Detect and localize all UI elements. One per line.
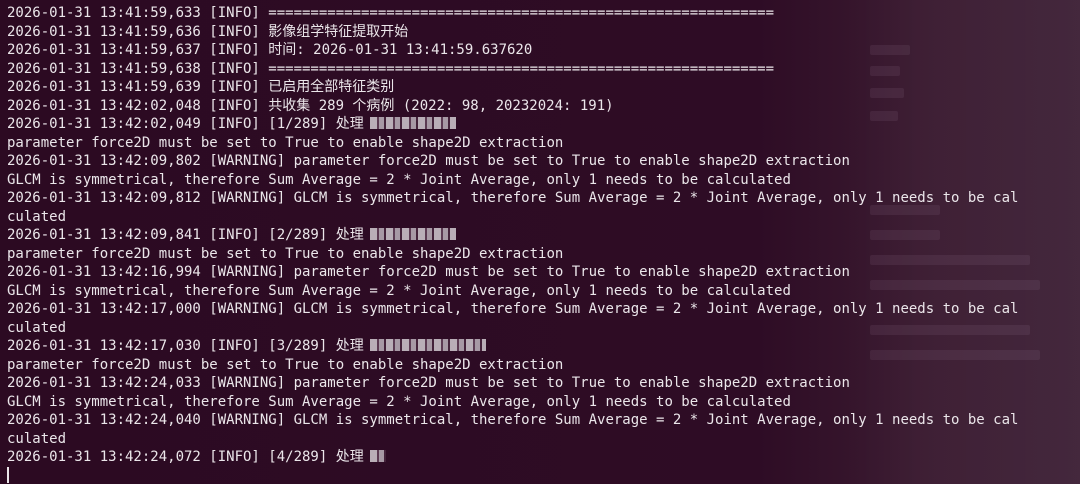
log-line: parameter force2D must be set to True to…: [7, 245, 564, 262]
log-line: 2026-01-31 13:42:24,040 [WARNING] GLCM i…: [7, 412, 1019, 428]
log-line: 2026-01-31 13:42:09,802 [WARNING] parame…: [7, 153, 850, 169]
log-line: culated: [7, 430, 67, 447]
text-cursor: [7, 466, 9, 483]
log-text: 2026-01-31 13:42:24,072 [INFO] [4/289] 处…: [7, 449, 364, 465]
log-line: 2026-01-31 13:41:59,638 [INFO] =========…: [7, 60, 775, 77]
redacted-case-id: [369, 339, 486, 351]
log-text: 2026-01-31 13:42:17,030 [INFO] [3/289] 处…: [7, 338, 364, 354]
log-text: 2026-01-31 13:42:09,841 [INFO] [2/289] 处…: [7, 227, 364, 243]
log-line: 2026-01-31 13:42:02,048 [INFO] 共收集 289 个…: [7, 97, 614, 114]
log-line-case: 2026-01-31 13:42:17,030 [INFO] [3/289] 处…: [7, 337, 1066, 356]
log-line: GLCM is symmetrical, therefore Sum Avera…: [7, 171, 791, 188]
log-line: 2026-01-31 13:41:59,639 [INFO] 已启用全部特征类别: [7, 79, 395, 95]
log-line: 2026-01-31 13:41:59,637 [INFO] 时间: 2026-…: [7, 42, 533, 58]
log-line: 2026-01-31 13:41:59,636 [INFO] 影像组学特征提取开…: [7, 23, 409, 40]
log-line: GLCM is symmetrical, therefore Sum Avera…: [7, 282, 791, 299]
log-line: culated: [7, 319, 67, 336]
log-line: parameter force2D must be set to True to…: [7, 134, 564, 151]
log-line: GLCM is symmetrical, therefore Sum Avera…: [7, 393, 791, 410]
log-line: 2026-01-31 13:41:59,633 [INFO] =========…: [7, 5, 775, 21]
terminal-output[interactable]: 2026-01-31 13:41:59,633 [INFO] =========…: [7, 4, 1066, 484]
log-line: 2026-01-31 13:42:17,000 [WARNING] GLCM i…: [7, 301, 1019, 317]
log-line-case: 2026-01-31 13:42:09,841 [INFO] [2/289] 处…: [7, 226, 1066, 245]
log-line: culated: [7, 208, 67, 225]
log-line: 2026-01-31 13:42:09,812 [WARNING] GLCM i…: [7, 190, 1019, 206]
terminal-window[interactable]: 2026-01-31 13:41:59,633 [INFO] =========…: [0, 0, 1080, 484]
log-line: parameter force2D must be set to True to…: [7, 356, 564, 373]
redacted-case-id: [369, 450, 386, 462]
redacted-case-id: [369, 117, 456, 129]
log-line-case: 2026-01-31 13:42:02,049 [INFO] [1/289] 处…: [7, 115, 1066, 134]
log-line: 2026-01-31 13:42:24,033 [WARNING] parame…: [7, 375, 850, 391]
redacted-case-id: [369, 228, 456, 240]
prompt-line[interactable]: [7, 466, 1066, 484]
log-text: 2026-01-31 13:42:02,049 [INFO] [1/289] 处…: [7, 116, 364, 132]
log-line-case: 2026-01-31 13:42:24,072 [INFO] [4/289] 处…: [7, 448, 1066, 467]
log-line: 2026-01-31 13:42:16,994 [WARNING] parame…: [7, 264, 850, 280]
